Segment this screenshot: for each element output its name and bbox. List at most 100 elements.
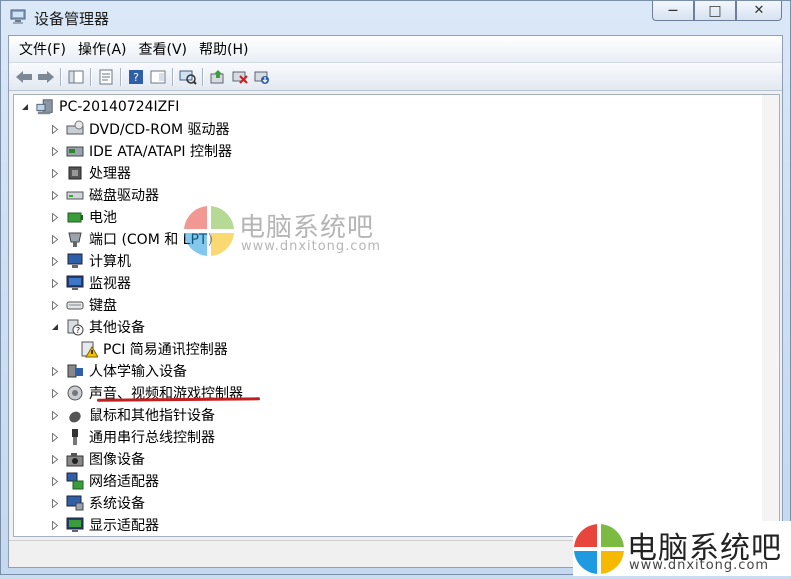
tree-category[interactable]: 网络适配器	[50, 471, 159, 491]
tree-item-label: 显示适配器	[89, 518, 159, 534]
tree-category[interactable]: 鼠标和其他指针设备	[50, 405, 215, 425]
console-tree-icon[interactable]	[65, 66, 87, 88]
tree-item-label: 磁盘驱动器	[89, 188, 159, 204]
forward-icon[interactable]	[35, 66, 57, 88]
tree-category[interactable]: 电池	[50, 207, 117, 227]
tree-item-label: 电池	[89, 210, 117, 226]
disable-device-icon[interactable]	[229, 66, 251, 88]
sound-icon	[66, 384, 84, 402]
collapse-arrow-icon[interactable]	[20, 102, 30, 112]
scan-hardware-icon[interactable]	[177, 66, 199, 88]
tree-item-label: DVD/CD-ROM 驱动器	[89, 122, 230, 138]
title-bar[interactable]: 设备管理器 — □ ✕	[1, 1, 790, 35]
show-view-icon[interactable]	[147, 66, 169, 88]
minimize-button[interactable]: —	[652, 1, 694, 21]
vertical-scrollbar[interactable]	[762, 95, 779, 536]
menu-view[interactable]: 查看(V)	[133, 39, 194, 59]
keyboard-icon	[66, 296, 84, 314]
dvd-drive-icon	[66, 120, 84, 138]
close-icon: ✕	[753, 3, 765, 18]
tree-category[interactable]: 计算机	[50, 251, 131, 271]
windows-logo-icon	[183, 205, 235, 261]
toolbar-separator	[172, 67, 174, 86]
device-manager-window: 设备管理器 — □ ✕ 文件(F) 操作(A) 查看(V) 帮助(H) ? PC…	[0, 0, 791, 576]
tree-category[interactable]: 系统设备	[50, 493, 145, 513]
expand-arrow-icon[interactable]	[50, 410, 60, 420]
toolbar-separator	[60, 67, 62, 86]
properties-icon[interactable]	[95, 66, 117, 88]
toolbar-separator	[202, 67, 204, 86]
expand-arrow-icon[interactable]	[50, 300, 60, 310]
tree-item-label: 系统设备	[89, 496, 145, 512]
expand-arrow-icon[interactable]	[50, 256, 60, 266]
tree-item-label: PCI 简易通讯控制器	[103, 342, 228, 358]
maximize-icon: □	[708, 2, 722, 19]
menu-help[interactable]: 帮助(H)	[193, 39, 254, 59]
tree-child-item[interactable]: PCI 简易通讯控制器	[80, 339, 228, 359]
tree-root[interactable]: PC-20140724IZFI	[20, 97, 179, 117]
uninstall-icon[interactable]	[251, 66, 273, 88]
minimize-icon: —	[668, 4, 678, 16]
other-devices-icon: ?	[66, 318, 84, 336]
menu-file[interactable]: 文件(F)	[13, 39, 72, 59]
expand-arrow-icon[interactable]	[50, 190, 60, 200]
expand-arrow-icon[interactable]	[50, 234, 60, 244]
camera-icon	[66, 450, 84, 468]
expand-arrow-icon[interactable]	[50, 498, 60, 508]
tree-item-label: 鼠标和其他指针设备	[89, 408, 215, 424]
tree-item-label: 计算机	[89, 254, 131, 270]
tree-category[interactable]: ? 其他设备	[50, 317, 145, 337]
tree-item-label: 键盘	[89, 298, 117, 314]
watermark-corner: 电脑系统吧 www.dnxitong.com	[573, 521, 791, 576]
collapse-arrow-icon[interactable]	[50, 322, 60, 332]
tree-category[interactable]: 图像设备	[50, 449, 145, 469]
help-icon[interactable]: ?	[125, 66, 147, 88]
expand-arrow-icon[interactable]	[50, 168, 60, 178]
update-driver-icon[interactable]	[207, 66, 229, 88]
tree-item-label: 人体学输入设备	[89, 364, 187, 380]
expand-arrow-icon[interactable]	[50, 432, 60, 442]
menu-action[interactable]: 操作(A)	[72, 39, 133, 59]
svg-text:?: ?	[76, 326, 80, 335]
warning-device-icon	[80, 340, 98, 358]
system-devices-icon	[66, 494, 84, 512]
computer-icon	[36, 98, 54, 116]
ide-controller-icon	[66, 142, 84, 160]
back-icon[interactable]	[13, 66, 35, 88]
device-tree[interactable]: PC-20140724IZFI DVD/CD-ROM 驱动器 IDE ATA/AT…	[13, 94, 780, 537]
expand-arrow-icon[interactable]	[50, 454, 60, 464]
expand-arrow-icon[interactable]	[50, 212, 60, 222]
battery-icon	[66, 208, 84, 226]
tree-item-label: IDE ATA/ATAPI 控制器	[89, 144, 233, 160]
tree-category[interactable]: 通用串行总线控制器	[50, 427, 215, 447]
tree-category[interactable]: DVD/CD-ROM 驱动器	[50, 119, 230, 139]
watermark-url: www.dnxitong.com	[629, 558, 770, 573]
tree-item-label: 其他设备	[89, 320, 145, 336]
tree-category[interactable]: 处理器	[50, 163, 131, 183]
monitor-icon	[66, 274, 84, 292]
expand-arrow-icon[interactable]	[50, 278, 60, 288]
expand-arrow-icon[interactable]	[50, 146, 60, 156]
tree-category[interactable]: 人体学输入设备	[50, 361, 187, 381]
windows-logo-icon	[573, 523, 625, 579]
expand-arrow-icon[interactable]	[50, 124, 60, 134]
expand-arrow-icon[interactable]	[50, 366, 60, 376]
close-button[interactable]: ✕	[736, 1, 782, 21]
expand-arrow-icon[interactable]	[50, 476, 60, 486]
tree-category[interactable]: 显示适配器	[50, 515, 159, 535]
client-area: 文件(F) 操作(A) 查看(V) 帮助(H) ? PC-20140724IZF…	[8, 35, 783, 568]
tree-category[interactable]: 监视器	[50, 273, 131, 293]
tree-category[interactable]: 键盘	[50, 295, 117, 315]
tree-item-label: 网络适配器	[89, 474, 159, 490]
tree-item-label: 处理器	[89, 166, 131, 182]
tree-category[interactable]: 磁盘驱动器	[50, 185, 159, 205]
device-manager-app-icon	[10, 9, 28, 25]
tree-category[interactable]: IDE ATA/ATAPI 控制器	[50, 141, 232, 161]
hid-icon	[66, 362, 84, 380]
expand-arrow-icon[interactable]	[50, 388, 60, 398]
display-adapter-icon	[66, 516, 84, 534]
expand-arrow-icon[interactable]	[50, 520, 60, 530]
watermark-url: www.dnxitong.com	[241, 239, 382, 254]
tree-item-label: 通用串行总线控制器	[89, 430, 215, 446]
maximize-button[interactable]: □	[694, 1, 736, 21]
